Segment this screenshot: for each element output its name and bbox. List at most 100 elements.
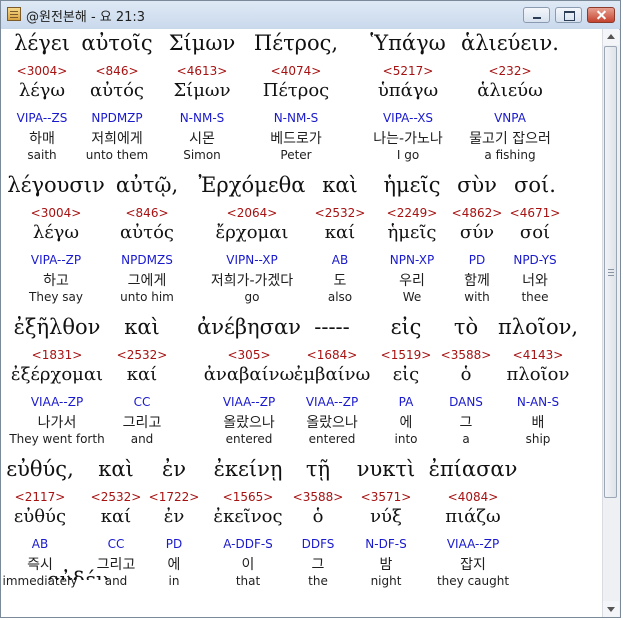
greek-word[interactable]: λέγουσιν xyxy=(7,173,104,197)
parsing-code: VIPA--ZP xyxy=(30,253,82,267)
korean-gloss: 이 xyxy=(241,557,255,573)
parsing-code: VIPA--ZS xyxy=(16,111,68,125)
scroll-down-arrow-icon[interactable] xyxy=(603,601,619,617)
greek-word[interactable]: ἐπίασαν xyxy=(429,457,518,481)
title-bar[interactable]: @원전본해 - 요 21:3 xyxy=(1,1,620,30)
english-gloss: a fishing xyxy=(484,148,536,162)
greek-word[interactable]: αὐτοῖς xyxy=(81,31,152,55)
greek-word[interactable]: Πέτρος, xyxy=(254,31,338,55)
parsing-code: VIAA--ZP xyxy=(222,395,276,409)
strongs-number[interactable]: <4613> xyxy=(177,64,228,78)
strongs-number[interactable]: <3588> xyxy=(293,490,344,504)
vertical-scrollbar[interactable] xyxy=(602,29,619,617)
maximize-button[interactable] xyxy=(555,7,582,23)
korean-gloss: 저희가-가겠다 xyxy=(210,273,294,289)
strongs-number[interactable]: <2532> xyxy=(117,348,168,362)
greek-word[interactable]: αὐτῷ, xyxy=(116,173,178,197)
greek-word[interactable]: πλοῖον, xyxy=(498,315,578,339)
greek-word[interactable]: ἡμεῖς xyxy=(383,173,440,197)
greek-word[interactable]: καὶ xyxy=(98,457,134,481)
parsing-code: VIPA--XS xyxy=(382,111,434,125)
lemma-word: ὁ xyxy=(312,506,324,527)
lemma-word: σύν xyxy=(459,222,495,243)
greek-word[interactable]: Ὑπάγω xyxy=(370,31,446,55)
lemma-word: ἁλιεύω xyxy=(477,80,543,101)
strongs-number[interactable]: <846> xyxy=(125,206,168,220)
strongs-number[interactable]: <2532> xyxy=(91,490,142,504)
strongs-number[interactable]: <1684> xyxy=(307,348,358,362)
parsing-code: DANS xyxy=(449,395,483,409)
greek-word[interactable]: ἐν xyxy=(162,457,186,481)
lemma-word: λέγω xyxy=(32,222,80,243)
strongs-number[interactable]: <4074> xyxy=(271,64,322,78)
lemma-word: ὑπάγω xyxy=(377,80,439,101)
strongs-number[interactable]: <232> xyxy=(488,64,531,78)
strongs-number[interactable]: <1519> xyxy=(381,348,432,362)
strongs-number[interactable]: <3588> xyxy=(441,348,492,362)
greek-word[interactable]: ἀνέβησαν xyxy=(197,315,301,339)
korean-gloss: 배 xyxy=(531,415,545,431)
interlinear-text-pane[interactable]: λέγει <3004> λέγω VIPA--ZS 하매 saith αὐτοῖς <846… xyxy=(1,29,602,617)
greek-word[interactable]: ἁλιεύειν. xyxy=(461,31,559,55)
english-gloss: in xyxy=(168,574,180,588)
strongs-number[interactable]: <4862> xyxy=(452,206,503,220)
english-gloss: and xyxy=(130,432,154,446)
greek-word[interactable]: ἐξῆλθον xyxy=(14,315,101,339)
strongs-number[interactable]: <2064> xyxy=(227,206,278,220)
strongs-number[interactable]: <846> xyxy=(95,64,138,78)
parsing-code: N-AN-S xyxy=(516,395,560,409)
lemma-word: Πέτρος xyxy=(262,80,330,101)
greek-word[interactable]: νυκτὶ xyxy=(357,457,416,481)
scroll-up-arrow-icon[interactable] xyxy=(603,29,619,45)
strongs-number[interactable]: <4671> xyxy=(510,206,561,220)
korean-gloss: 밤 xyxy=(379,557,393,573)
greek-word[interactable]: εὐθύς, xyxy=(6,457,74,481)
greek-word[interactable]: τῇ xyxy=(306,457,330,481)
greek-word[interactable]: σοί. xyxy=(514,173,556,197)
strongs-number[interactable]: <3004> xyxy=(17,64,68,78)
greek-word[interactable]: καὶ xyxy=(124,315,160,339)
lemma-word: πλοῖον xyxy=(506,364,570,385)
strongs-number[interactable]: <305> xyxy=(227,348,270,362)
greek-word[interactable]: σὺν xyxy=(457,173,497,197)
greek-word[interactable]: ἐκείνῃ xyxy=(214,457,283,481)
strongs-number[interactable]: <4143> xyxy=(513,348,564,362)
english-gloss: I go xyxy=(396,148,420,162)
strongs-number[interactable]: <5217> xyxy=(383,64,434,78)
parsing-code: NPN-XP xyxy=(389,253,435,267)
strongs-number[interactable]: <1565> xyxy=(223,490,274,504)
greek-word[interactable]: ----- xyxy=(314,315,349,339)
strongs-number[interactable]: <2249> xyxy=(387,206,438,220)
english-gloss: They say xyxy=(29,290,83,304)
strongs-number[interactable]: <1831> xyxy=(32,348,83,362)
minimize-button[interactable] xyxy=(523,7,550,23)
parsing-code: NPDMZP xyxy=(91,111,143,125)
strongs-number[interactable]: <3004> xyxy=(31,206,82,220)
lemma-word: Σίμων xyxy=(173,80,231,101)
parsing-code: AB xyxy=(331,253,349,267)
korean-gloss: 잡지 xyxy=(460,557,486,573)
lemma-word: πιάζω xyxy=(445,506,501,527)
strongs-number[interactable]: <1722> xyxy=(149,490,200,504)
english-gloss: into xyxy=(394,432,418,446)
lemma-word: ἐκεῖνος xyxy=(213,506,283,527)
greek-word[interactable]: Σίμων xyxy=(169,31,236,55)
korean-gloss: 저희에게 xyxy=(91,131,143,147)
greek-word[interactable]: καὶ xyxy=(322,173,358,197)
greek-word[interactable]: Ἐρχόμεθα xyxy=(199,173,306,197)
strongs-number[interactable]: <2117> xyxy=(15,490,66,504)
strongs-number[interactable]: <3571> xyxy=(361,490,412,504)
close-button[interactable] xyxy=(587,7,615,23)
parsing-code: PD xyxy=(165,537,183,551)
scrollbar-thumb[interactable] xyxy=(604,46,617,498)
english-gloss: thee xyxy=(521,290,549,304)
parsing-code: PA xyxy=(398,395,414,409)
parsing-code: VIAA--ZP xyxy=(305,395,359,409)
strongs-number[interactable]: <4084> xyxy=(448,490,499,504)
greek-word[interactable]: εἰς xyxy=(391,315,422,339)
english-gloss: unto them xyxy=(85,148,149,162)
strongs-number[interactable]: <2532> xyxy=(315,206,366,220)
greek-word[interactable]: τὸ xyxy=(454,315,478,339)
greek-word[interactable]: λέγει xyxy=(14,31,70,55)
korean-gloss: 에 xyxy=(167,557,181,573)
